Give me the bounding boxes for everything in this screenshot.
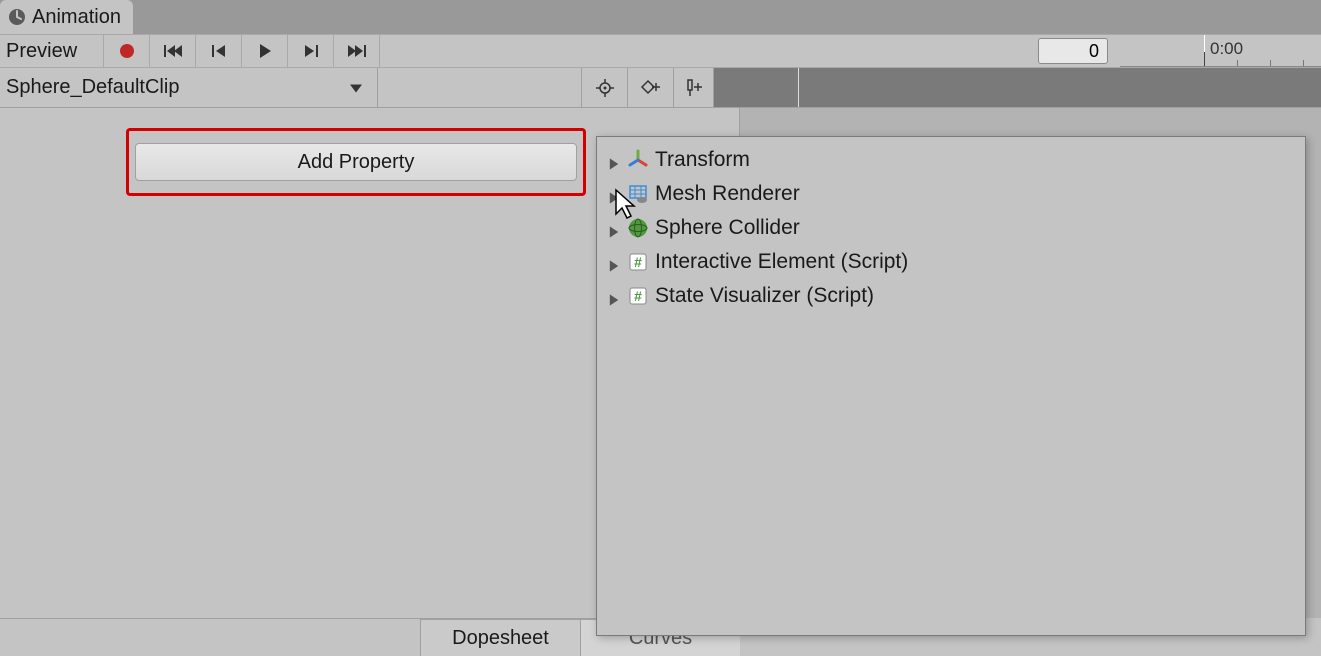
popup-item-label: Sphere Collider: [655, 216, 800, 240]
diamond-plus-icon: [640, 78, 662, 98]
script-icon: #: [627, 285, 649, 307]
clock-icon: [8, 8, 26, 26]
crosshair-icon: [595, 78, 615, 98]
expand-arrow-icon: [607, 255, 621, 269]
popup-item-interactive-element[interactable]: # Interactive Element (Script): [597, 245, 1305, 279]
add-property-button[interactable]: Add Property: [135, 143, 577, 181]
prev-keyframe-button[interactable]: [196, 35, 242, 67]
skip-end-icon: [347, 43, 367, 59]
frame-input[interactable]: [1038, 38, 1108, 64]
expand-arrow-icon: [607, 221, 621, 235]
add-property-popup: Transform Mesh Renderer Sphere Collider: [596, 136, 1306, 636]
last-frame-button[interactable]: [334, 35, 380, 67]
preview-label: Preview: [6, 40, 77, 63]
frame-field-wrap: [380, 35, 1120, 67]
svg-text:#: #: [634, 254, 642, 270]
script-icon: #: [627, 251, 649, 273]
popup-item-label: Mesh Renderer: [655, 182, 800, 206]
samples-area: [378, 68, 582, 107]
tab-bar: Animation: [0, 0, 1321, 34]
playback-toolbar: Preview 0:00 0:05 0:10: [0, 34, 1321, 68]
popup-item-state-visualizer[interactable]: # State Visualizer (Script): [597, 279, 1305, 313]
animation-tab[interactable]: Animation: [0, 0, 133, 34]
popup-item-mesh-renderer[interactable]: Mesh Renderer: [597, 177, 1305, 211]
record-button[interactable]: [104, 35, 150, 67]
ruler-label: 0:00: [1210, 39, 1243, 59]
popup-item-label: State Visualizer (Script): [655, 284, 874, 308]
sphere-collider-icon: [627, 217, 649, 239]
transform-icon: [627, 149, 649, 171]
dopesheet-label: Dopesheet: [452, 627, 549, 650]
event-plus-icon: [684, 78, 704, 98]
expand-arrow-icon: [607, 153, 621, 167]
mesh-renderer-icon: [627, 183, 649, 205]
add-event-button[interactable]: [674, 68, 714, 107]
popup-item-label: Interactive Element (Script): [655, 250, 908, 274]
next-key-icon: [303, 43, 319, 59]
popup-item-label: Transform: [655, 148, 750, 172]
clip-dropdown[interactable]: Sphere_DefaultClip: [0, 68, 378, 107]
clip-name: Sphere_DefaultClip: [6, 76, 179, 99]
svg-text:#: #: [634, 288, 642, 304]
timeline-track-header[interactable]: [714, 68, 1321, 107]
skip-start-icon: [163, 43, 183, 59]
filter-by-selection-button[interactable]: [582, 68, 628, 107]
expand-arrow-icon: [607, 187, 621, 201]
record-icon: [118, 42, 136, 60]
timeline-ruler[interactable]: 0:00 0:05 0:10: [1120, 35, 1321, 67]
highlight-box: Add Property: [126, 128, 586, 196]
play-button[interactable]: [242, 35, 288, 67]
expand-arrow-icon: [607, 289, 621, 303]
popup-item-transform[interactable]: Transform: [597, 143, 1305, 177]
prev-key-icon: [211, 43, 227, 59]
chevron-down-icon: [349, 76, 363, 99]
add-property-label: Add Property: [298, 151, 415, 174]
clip-row: Sphere_DefaultClip: [0, 68, 1321, 108]
popup-item-sphere-collider[interactable]: Sphere Collider: [597, 211, 1305, 245]
first-frame-button[interactable]: [150, 35, 196, 67]
preview-button[interactable]: Preview: [0, 35, 104, 67]
tab-title: Animation: [32, 6, 121, 29]
next-keyframe-button[interactable]: [288, 35, 334, 67]
add-keyframe-button[interactable]: [628, 68, 674, 107]
play-icon: [258, 43, 272, 59]
dopesheet-tab[interactable]: Dopesheet: [420, 619, 580, 656]
